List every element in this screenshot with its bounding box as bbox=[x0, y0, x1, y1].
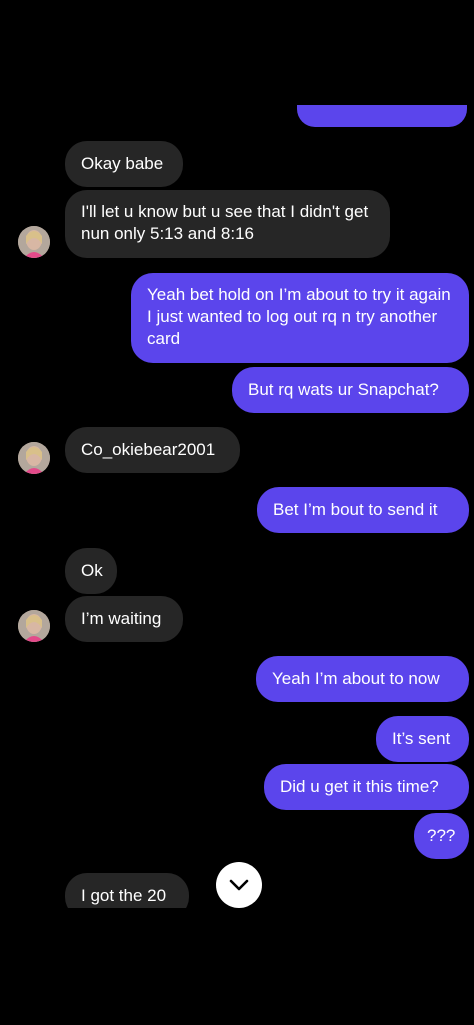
contact-avatar[interactable] bbox=[18, 610, 50, 642]
chat-thread[interactable]: Okay babe I'll let u know but u see that… bbox=[0, 0, 474, 1025]
message-text: Yeah bet hold on I’m about to try it aga… bbox=[147, 285, 451, 348]
incoming-message[interactable]: I'll let u know but u see that I didn't … bbox=[65, 190, 390, 258]
message-text: Okay babe bbox=[81, 154, 164, 173]
incoming-message[interactable]: Co_okiebear2001 bbox=[65, 427, 240, 473]
outgoing-message[interactable]: It’s sent bbox=[376, 716, 469, 762]
incoming-message[interactable]: I’m waiting bbox=[65, 596, 183, 642]
message-text: I’m waiting bbox=[81, 609, 162, 628]
avatar-image bbox=[18, 610, 50, 642]
outgoing-message[interactable]: Yeah bet hold on I’m about to try it aga… bbox=[131, 273, 469, 363]
outgoing-message[interactable]: Yeah I’m about to now bbox=[256, 656, 469, 702]
chevron-down-icon bbox=[229, 879, 249, 891]
message-text: Yeah I’m about to now bbox=[272, 669, 440, 688]
previous-outgoing-bubble-fragment bbox=[297, 105, 467, 127]
contact-avatar[interactable] bbox=[18, 226, 50, 258]
avatar-image bbox=[18, 442, 50, 474]
outgoing-message[interactable]: Bet I’m bout to send it bbox=[257, 487, 469, 533]
incoming-message[interactable]: Ok bbox=[65, 548, 117, 594]
outgoing-message[interactable]: ??? bbox=[414, 813, 469, 859]
message-text: It’s sent bbox=[392, 729, 451, 748]
contact-avatar[interactable] bbox=[18, 442, 50, 474]
outgoing-message[interactable]: But rq wats ur Snapchat? bbox=[232, 367, 469, 413]
bottom-fade bbox=[0, 908, 474, 1025]
message-text: Co_okiebear2001 bbox=[81, 440, 216, 459]
message-text: Ok bbox=[81, 561, 103, 580]
outgoing-message[interactable]: Did u get it this time? bbox=[264, 764, 469, 810]
message-text: Bet I’m bout to send it bbox=[273, 500, 438, 519]
avatar-image bbox=[18, 226, 50, 258]
incoming-message[interactable]: Okay babe bbox=[65, 141, 183, 187]
message-text: Did u get it this time? bbox=[280, 777, 439, 796]
message-text: ??? bbox=[427, 826, 456, 845]
scroll-to-bottom-button[interactable] bbox=[216, 862, 262, 908]
message-text: I'll let u know but u see that I didn't … bbox=[81, 202, 369, 243]
message-text: But rq wats ur Snapchat? bbox=[248, 380, 439, 399]
